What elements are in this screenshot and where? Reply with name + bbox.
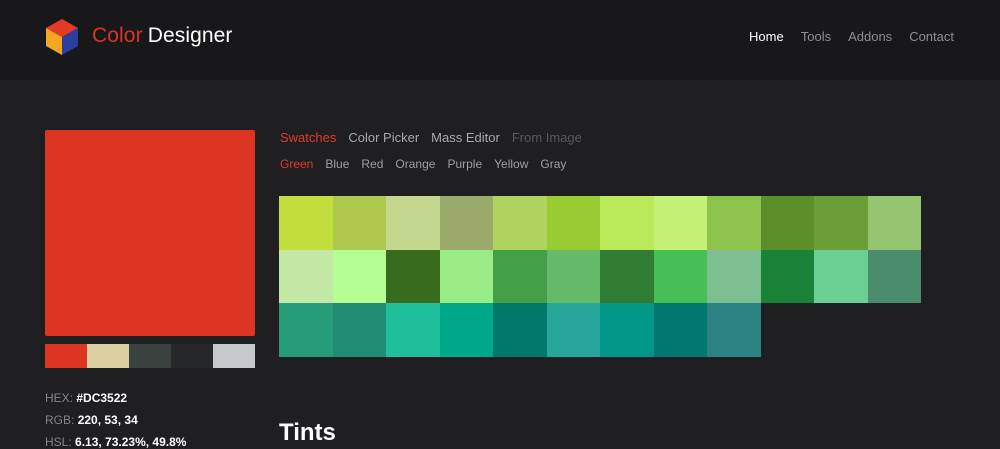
color-family-green[interactable]: Green [280,157,313,172]
hsl-value: 6.13, 73.23%, 49.8% [75,435,187,449]
section-title-tints: Tints [279,419,336,446]
brand-name[interactable]: Color Designer [92,24,233,48]
rgb-value: 220, 53, 34 [77,413,138,427]
palette-color-5[interactable] [213,344,255,368]
selected-color-preview [45,130,255,336]
swatch-cell[interactable] [867,196,921,250]
swatch-cell[interactable] [493,303,547,357]
swatch-cell[interactable] [546,303,600,357]
swatch-cell[interactable] [386,196,440,250]
color-family-gray[interactable]: Gray [540,157,566,172]
tab-mass-editor[interactable]: Mass Editor [431,130,500,146]
swatch-cell[interactable] [493,196,547,250]
swatch-cell[interactable] [439,196,493,250]
swatch-cell[interactable] [439,303,493,357]
hsl-row: HSL: 6.13, 73.23%, 49.8% [45,431,186,449]
brand-part-color: Color [92,24,143,47]
swatch-cell[interactable] [760,196,814,250]
hex-row: HEX: #DC3522 [45,387,186,409]
rgb-label: RGB: [45,413,75,427]
swatch-cell[interactable] [546,196,600,250]
swatch-cell[interactable] [279,303,333,357]
nav-link-addons[interactable]: Addons [848,29,892,45]
swatch-cell[interactable] [439,249,493,303]
nav-link-contact[interactable]: Contact [909,29,954,45]
color-family-red[interactable]: Red [361,157,383,172]
color-family-purple[interactable]: Purple [447,157,482,172]
color-family-orange[interactable]: Orange [395,157,435,172]
swatch-cell[interactable] [332,249,386,303]
swatch-grid [279,196,921,357]
swatch-cell[interactable] [279,249,333,303]
swatch-cell[interactable] [600,249,654,303]
color-family-yellow[interactable]: Yellow [494,157,528,172]
swatch-cell[interactable] [600,303,654,357]
tab-swatches[interactable]: Swatches [280,130,336,146]
tab-from-image: From Image [511,130,582,145]
brand-part-designer: Designer [147,24,233,47]
swatch-cell[interactable] [332,196,386,250]
swatch-cell[interactable] [332,303,386,357]
tab-color-picker[interactable]: Color Picker [348,130,419,146]
palette-color-1[interactable] [45,344,87,368]
rgb-row: RGB: 220, 53, 34 [45,409,186,431]
swatch-cell[interactable] [760,249,814,303]
nav-link-home[interactable]: Home [749,29,784,45]
color-family-tabs: Green Blue Red Orange Purple Yellow Gray [280,157,566,172]
swatch-cell[interactable] [653,303,707,357]
swatch-cell[interactable] [867,249,921,303]
swatch-cell[interactable] [653,249,707,303]
color-palette-strip [45,344,255,368]
palette-color-4[interactable] [171,344,213,368]
hex-label: HEX: [45,391,74,405]
swatch-cell[interactable] [386,303,440,357]
color-family-blue[interactable]: Blue [325,157,349,172]
tool-tabs: Swatches Color Picker Mass Editor From Imag… [280,130,582,146]
swatch-cell[interactable] [814,196,868,250]
swatch-cell[interactable] [279,196,333,250]
color-info: HEX: #DC3522 RGB: 220, 53, 34 HSL: 6.13,… [45,387,186,449]
swatch-cell[interactable] [653,196,707,250]
swatch-cell[interactable] [493,249,547,303]
cube-logo-icon[interactable] [44,17,80,57]
swatch-cell[interactable] [707,249,761,303]
swatch-cell[interactable] [707,196,761,250]
swatch-cell[interactable] [386,249,440,303]
palette-color-2[interactable] [87,344,129,368]
nav-link-tools[interactable]: Tools [801,29,831,45]
swatch-cell[interactable] [707,303,761,357]
hex-value: #DC3522 [76,391,128,405]
swatch-cell[interactable] [814,249,868,303]
header: Color Designer Home Tools Addons Contact [0,0,1000,80]
hsl-label: HSL: [45,435,72,449]
main-nav: Home Tools Addons Contact [749,29,954,45]
swatch-cell[interactable] [546,249,600,303]
palette-color-3[interactable] [129,344,171,368]
swatch-cell[interactable] [600,196,654,250]
